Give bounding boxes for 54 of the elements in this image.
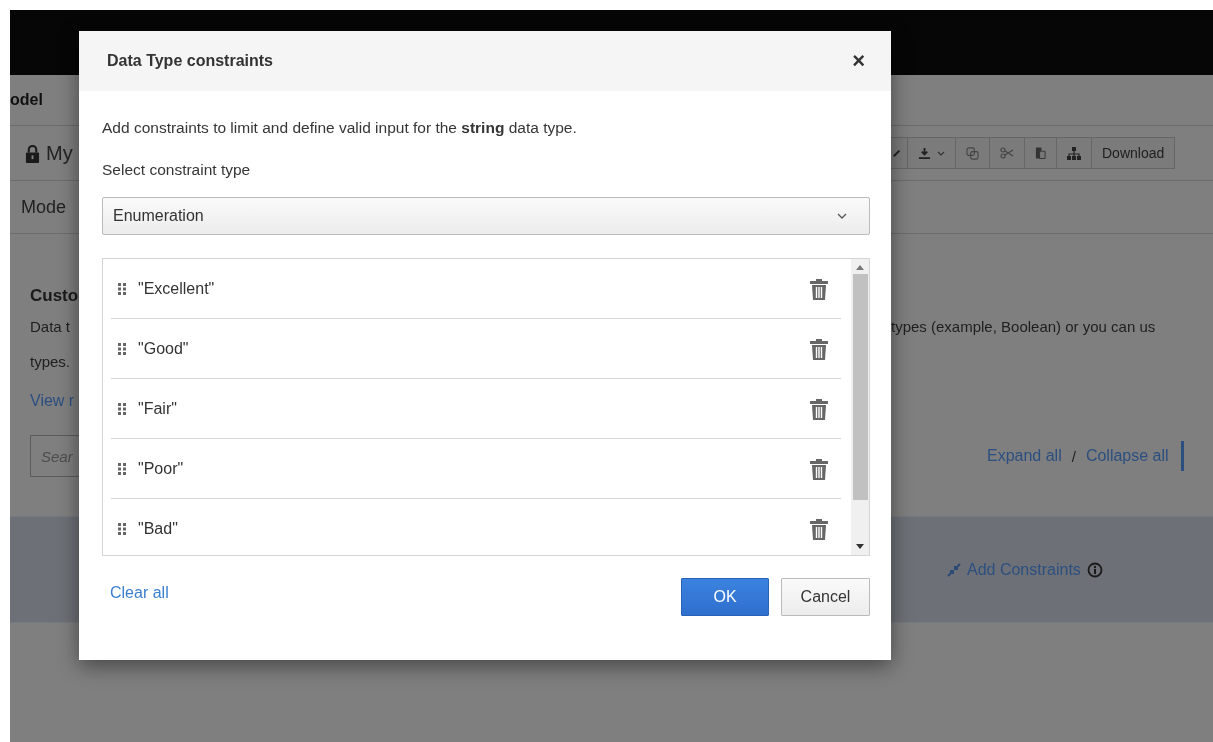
description-text: types. — [30, 352, 71, 370]
drag-handle-icon[interactable] — [118, 342, 126, 355]
scrollbar[interactable] — [851, 259, 869, 555]
dialog-title: Data Type constraints — [107, 52, 273, 70]
scroll-up-icon[interactable] — [856, 265, 864, 270]
chevron-down-icon — [837, 213, 847, 219]
hierarchy-icon — [1067, 146, 1081, 160]
asset-title: My — [46, 141, 73, 165]
paste-icon — [1035, 146, 1046, 160]
view-link[interactable]: View r — [30, 392, 75, 410]
value-text: "Bad" — [138, 519, 179, 538]
drag-handle-icon[interactable] — [118, 282, 126, 295]
collapse-all-link[interactable]: Collapse all — [1085, 447, 1169, 465]
value-text: "Good" — [138, 339, 190, 358]
trash-icon[interactable] — [809, 516, 829, 541]
section-heading: Custo — [30, 286, 79, 306]
lock-icon — [25, 143, 40, 163]
download-menu-button[interactable] — [908, 137, 956, 169]
trash-icon[interactable] — [809, 396, 829, 421]
value-text: "Fair" — [138, 399, 178, 418]
expand-all-link[interactable]: Expand all — [987, 447, 1062, 465]
trash-icon[interactable] — [809, 456, 829, 481]
drag-handle-icon[interactable] — [118, 522, 126, 535]
trash-icon[interactable] — [809, 336, 829, 361]
constraint-type-select[interactable]: Enumeration — [102, 197, 870, 235]
clear-all-link[interactable]: Clear all — [110, 584, 169, 602]
pencil-button[interactable] — [891, 137, 908, 169]
ok-button[interactable]: OK — [681, 578, 769, 616]
dialog-description: Add constraints to limit and define valid input for the string data type. — [102, 119, 578, 137]
model-tab[interactable]: Mode — [21, 196, 67, 218]
copy-icon — [966, 146, 979, 160]
cancel-button[interactable]: Cancel — [781, 578, 870, 616]
scroll-down-icon[interactable] — [856, 544, 864, 549]
value-text: "Poor" — [138, 459, 185, 478]
close-button[interactable]: × — [848, 50, 869, 72]
description-text: Data t — [30, 317, 71, 335]
download-button[interactable]: Download — [1092, 137, 1176, 169]
caret-icon — [937, 150, 945, 156]
button-edge — [1180, 441, 1184, 471]
trash-icon[interactable] — [809, 276, 829, 301]
drag-handle-icon[interactable] — [118, 402, 126, 415]
info-icon — [1086, 561, 1103, 578]
description-text: types (example, Boolean) or you can us — [891, 317, 1156, 335]
separator-text: / — [1071, 447, 1076, 465]
compress-icon — [947, 562, 961, 577]
select-label: Select constraint type — [102, 161, 251, 179]
breadcrumb-text: odel — [10, 91, 43, 109]
paste-button[interactable] — [1025, 137, 1057, 169]
drag-handle-icon[interactable] — [118, 462, 126, 475]
pencil-icon — [893, 148, 901, 158]
hierarchy-button[interactable] — [1057, 137, 1092, 169]
scissors-icon — [1000, 147, 1014, 159]
download-icon — [918, 146, 931, 160]
value-text: "Excellent" — [138, 279, 216, 298]
